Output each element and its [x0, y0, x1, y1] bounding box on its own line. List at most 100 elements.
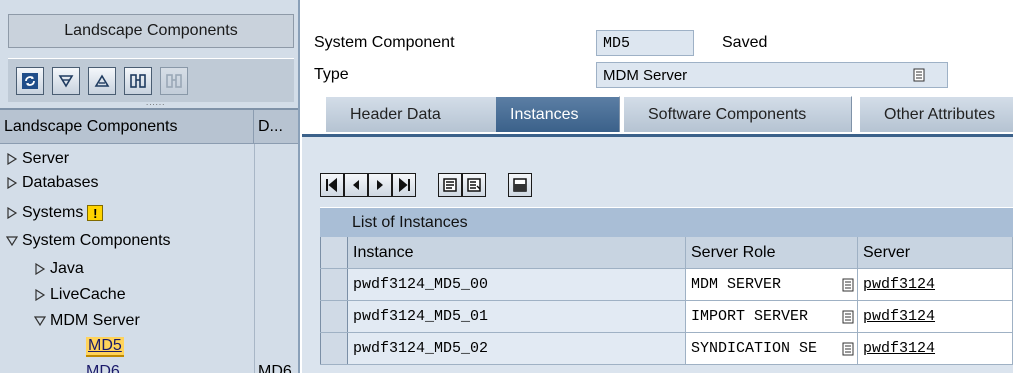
server-cell[interactable]: pwdf3124 — [858, 269, 1013, 300]
server-role-value: IMPORT SERVER — [691, 308, 809, 325]
insert-row-icon — [443, 178, 457, 192]
collapse-icon — [94, 73, 110, 87]
splitter-handle[interactable]: ...... — [146, 98, 165, 107]
value-help-icon[interactable] — [913, 68, 925, 82]
type-label: Type — [314, 66, 349, 83]
tree-node-label: Server — [22, 150, 70, 167]
insert-row-button[interactable] — [438, 173, 462, 197]
detail-panel: System Component MD5 Saved Type MDM Serv… — [302, 0, 1013, 373]
expand-all-button[interactable] — [52, 66, 80, 95]
value-help-icon[interactable] — [842, 278, 854, 292]
tree-node-mdm-server[interactable]: MDM Server — [34, 310, 140, 332]
system-component-label: System Component — [314, 34, 455, 51]
status-text: Saved — [722, 34, 768, 51]
type-field[interactable]: MDM Server — [596, 62, 948, 88]
server-role-value: SYNDICATION SE — [691, 340, 818, 357]
tree-node-livecache[interactable]: LiveCache — [34, 284, 126, 306]
tree-node-label: Systems — [22, 204, 84, 221]
chevron-down-icon[interactable] — [6, 235, 22, 247]
system-component-field[interactable]: MD5 — [596, 30, 694, 56]
server-link[interactable]: pwdf3124 — [863, 308, 935, 325]
select-all-cell[interactable] — [320, 237, 348, 268]
navigation-panel: Landscape Components ...... Landscape Co… — [0, 0, 300, 373]
tab-instances[interactable]: Instances — [496, 96, 620, 132]
tree-node-label: Java — [50, 260, 84, 277]
expand-icon — [58, 74, 74, 88]
tree-node-md6[interactable]: MD6 — [86, 361, 120, 373]
previous-page-button[interactable] — [344, 173, 368, 197]
tree-column-description[interactable]: D... — [254, 110, 298, 143]
find-next-button[interactable] — [160, 66, 188, 95]
table-row[interactable]: pwdf3124_MD5_00 MDM SERVER pwdf3124 — [320, 269, 1013, 301]
server-role-cell[interactable]: SYNDICATION SE — [686, 333, 858, 364]
last-page-button[interactable] — [392, 173, 416, 197]
row-selector[interactable] — [320, 333, 348, 364]
tree-node-label: MDM Server — [50, 312, 140, 329]
instance-cell[interactable]: pwdf3124_MD5_00 — [348, 269, 686, 300]
tree-node-md5[interactable]: MD5 — [86, 336, 124, 358]
tree-column-name[interactable]: Landscape Components — [0, 110, 254, 143]
last-page-icon — [399, 177, 410, 193]
instance-cell[interactable]: pwdf3124_MD5_01 — [348, 301, 686, 332]
component-tree: Server Databases Systems ! System Compon… — [0, 144, 298, 373]
server-role-cell[interactable]: IMPORT SERVER — [686, 301, 858, 332]
tree-node-description-text: MD6 — [258, 363, 292, 373]
panel-title: Landscape Components — [8, 14, 294, 48]
tree-node-java[interactable]: Java — [34, 258, 84, 280]
tree-node-system-components[interactable]: System Components — [6, 230, 171, 252]
column-header-server[interactable]: Server — [858, 237, 1013, 268]
tree-node-databases[interactable]: Databases — [6, 172, 99, 194]
tab-other-attributes[interactable]: Other Attributes — [860, 96, 1013, 132]
details-button[interactable] — [508, 173, 532, 197]
server-link[interactable]: pwdf3124 — [863, 276, 935, 293]
column-header-instance[interactable]: Instance — [348, 237, 686, 268]
chevron-right-icon[interactable] — [6, 153, 22, 165]
tab-label: Software Components — [648, 105, 807, 123]
tree-toolbar — [8, 58, 294, 102]
tree-node-systems[interactable]: Systems ! — [6, 202, 104, 224]
row-selector[interactable] — [320, 301, 348, 332]
next-page-icon — [377, 180, 383, 190]
server-cell[interactable]: pwdf3124 — [858, 333, 1013, 364]
chevron-right-icon[interactable] — [34, 263, 50, 275]
warning-icon: ! — [87, 205, 104, 221]
tree-node-server[interactable]: Server — [6, 148, 69, 170]
tree-node-description: MD6 — [258, 361, 292, 373]
table-row[interactable]: pwdf3124_MD5_02 SYNDICATION SE pwdf3124 — [320, 333, 1013, 365]
server-role-cell[interactable]: MDM SERVER — [686, 269, 858, 300]
tab-strip: Header Data Instances Software Component… — [302, 94, 1013, 134]
value-help-icon[interactable] — [842, 342, 854, 356]
chevron-right-icon[interactable] — [6, 207, 22, 219]
table-row[interactable]: pwdf3124_MD5_01 IMPORT SERVER pwdf3124 — [320, 301, 1013, 333]
server-cell[interactable]: pwdf3124 — [858, 301, 1013, 332]
refresh-button[interactable] — [16, 66, 44, 95]
instance-cell[interactable]: pwdf3124_MD5_02 — [348, 333, 686, 364]
chevron-down-icon[interactable] — [34, 315, 50, 327]
find-icon — [130, 73, 146, 88]
tree-node-label[interactable]: MD6 — [86, 363, 120, 373]
server-role-value: MDM SERVER — [691, 276, 782, 293]
next-page-button[interactable] — [368, 173, 392, 197]
find-button[interactable] — [124, 66, 152, 95]
tree-node-label: System Components — [22, 232, 171, 249]
row-selector[interactable] — [320, 269, 348, 300]
first-page-button[interactable] — [320, 173, 344, 197]
first-page-icon — [326, 177, 337, 193]
tree-node-label: LiveCache — [50, 286, 126, 303]
collapse-all-button[interactable] — [88, 66, 116, 95]
table-header-row: Instance Server Role Server — [320, 237, 1013, 269]
tab-software-components[interactable]: Software Components — [624, 96, 852, 132]
tree-node-label[interactable]: MD5 — [86, 337, 124, 357]
table-toolbar — [320, 170, 532, 200]
type-value: MDM Server — [603, 66, 688, 84]
server-link[interactable]: pwdf3124 — [863, 340, 935, 357]
chevron-right-icon[interactable] — [34, 289, 50, 301]
tree-header: Landscape Components D... — [0, 108, 298, 144]
chevron-right-icon[interactable] — [6, 177, 22, 189]
instances-table: Instance Server Role Server pwdf3124_MD5… — [320, 237, 1013, 365]
tab-header-data[interactable]: Header Data — [326, 96, 502, 132]
value-help-icon[interactable] — [842, 310, 854, 324]
table-title: List of Instances — [320, 207, 1013, 237]
delete-row-button[interactable] — [462, 173, 486, 197]
column-header-server-role[interactable]: Server Role — [686, 237, 858, 268]
